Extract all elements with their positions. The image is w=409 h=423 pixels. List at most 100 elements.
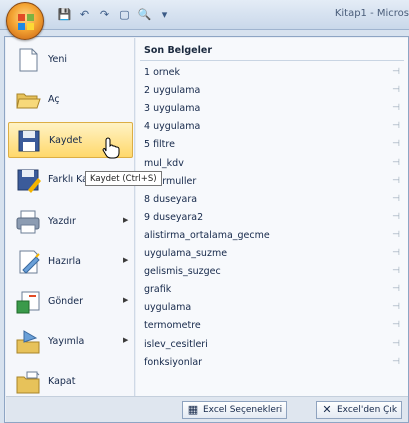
title-bar: 💾 ↶ ↷ ▢ 🔍 ▾ Kitap1 - Micros	[0, 0, 409, 40]
recent-document-item[interactable]: fonksiyonlar ⊣	[144, 355, 406, 372]
recent-document-name: gelismis_suzgec	[144, 266, 221, 278]
recent-document-name: 4 uygulama	[144, 121, 201, 133]
menu-item-new[interactable]: Yeni	[8, 42, 133, 78]
recent-document-item[interactable]: islev_cesitleri ⊣	[144, 337, 406, 354]
new-icon[interactable]: ▢	[116, 7, 133, 23]
recent-document-item[interactable]: 2 uygulama ⊣	[144, 83, 406, 100]
menu-item-open[interactable]: Aç	[8, 82, 133, 118]
menu-item-label: Yeni	[48, 54, 68, 65]
save-as-icon	[17, 169, 41, 193]
menu-footer: ▦ Excel Seçenekleri ✕ Excel'den Çık	[6, 396, 408, 422]
submenu-arrow-icon: ▶	[123, 336, 129, 344]
recent-document-name: 5 filtre	[144, 139, 175, 151]
recent-document-item[interactable]: uygulama_suzme ⊣	[144, 246, 406, 263]
divider	[140, 60, 404, 61]
window-title: Kitap1 - Micros	[334, 8, 409, 19]
recent-document-item[interactable]: alistirma_ortalama_gecme ⊣	[144, 228, 406, 245]
menu-item-label: Kaydet	[49, 135, 83, 146]
recent-document-name: alistirma_ortalama_gecme	[144, 229, 270, 241]
menu-item-label: Aç	[48, 94, 60, 105]
new-document-icon	[19, 48, 38, 72]
save-icon	[18, 130, 40, 152]
recent-document-item[interactable]: 3 uygulama ⊣	[144, 101, 406, 118]
menu-item-print[interactable]: Yazdır ▶	[8, 204, 133, 240]
save-tooltip: Kaydet (Ctrl+S)	[85, 171, 162, 186]
recent-document-item[interactable]: gelismis_suzgec ⊣	[144, 264, 406, 281]
recent-documents-title: Son Belgeler	[144, 45, 213, 56]
recent-document-item[interactable]: 5 filtre ⊣	[144, 137, 406, 154]
exit-excel-button[interactable]: ✕ Excel'den Çık	[316, 401, 403, 419]
pin-icon[interactable]: ⊣	[392, 212, 400, 222]
recent-document-name: termometre	[144, 320, 201, 332]
send-icon	[16, 291, 40, 314]
open-folder-icon	[16, 93, 41, 109]
pin-icon[interactable]: ⊣	[392, 266, 400, 276]
menu-item-label: Yayımla	[48, 336, 85, 347]
recent-document-item[interactable]: 1 ornek ⊣	[144, 65, 406, 82]
excel-options-label: Excel Seçenekleri	[203, 405, 283, 415]
undo-icon[interactable]: ↶	[76, 7, 93, 23]
recent-document-item[interactable]: 4 uygulama ⊣	[144, 119, 406, 136]
office-button[interactable]	[6, 2, 44, 40]
printer-icon	[16, 210, 40, 234]
quick-access-toolbar: 💾 ↶ ↷ ▢ 🔍 ▾	[56, 7, 173, 23]
recent-document-name: 8 duseyara	[144, 193, 198, 205]
recent-document-name: grafik	[144, 284, 172, 296]
pin-icon[interactable]: ⊣	[392, 248, 400, 258]
recent-document-name: fonksiyonlar	[144, 356, 203, 368]
recent-document-name: islev_cesitleri	[144, 338, 208, 350]
exit-excel-label: Excel'den Çık	[337, 405, 398, 415]
submenu-arrow-icon: ▶	[123, 216, 129, 224]
recent-document-item[interactable]: 7 formuller ⊣	[144, 174, 406, 191]
menu-item-label: Kapat	[48, 376, 76, 387]
recent-document-item[interactable]: termometre ⊣	[144, 318, 406, 335]
pin-icon[interactable]: ⊣	[392, 103, 400, 113]
pin-icon[interactable]: ⊣	[392, 230, 400, 240]
close-icon: ✕	[322, 403, 332, 416]
recent-document-name: 2 uygulama	[144, 85, 201, 97]
pin-icon[interactable]: ⊣	[392, 176, 400, 186]
pin-icon[interactable]: ⊣	[392, 320, 400, 330]
recent-document-name: 3 uygulama	[144, 103, 201, 115]
pin-icon[interactable]: ⊣	[392, 121, 400, 131]
pin-icon[interactable]: ⊣	[392, 85, 400, 95]
recent-document-item[interactable]: mul_kdv ⊣	[144, 156, 406, 173]
save-icon[interactable]: 💾	[56, 7, 73, 23]
pin-icon[interactable]: ⊣	[392, 357, 400, 367]
recent-document-name: 1 ornek	[144, 67, 180, 78]
office-logo-icon	[18, 14, 34, 30]
menu-item-send[interactable]: Gönder ▶	[8, 284, 133, 320]
recent-document-item[interactable]: grafik ⊣	[144, 282, 406, 299]
recent-document-item[interactable]: 8 duseyara ⊣	[144, 192, 406, 209]
menu-item-prepare[interactable]: Hazırla ▶	[8, 244, 133, 280]
menu-item-label: Gönder	[48, 296, 83, 307]
pin-icon[interactable]: ⊣	[392, 302, 400, 312]
options-icon: ▦	[187, 403, 199, 416]
redo-icon[interactable]: ↷	[96, 7, 113, 23]
pin-icon[interactable]: ⊣	[392, 67, 400, 77]
menu-item-publish[interactable]: Yayımla ▶	[8, 324, 133, 360]
recent-document-name: mul_kdv	[144, 157, 184, 169]
pin-icon[interactable]: ⊣	[392, 139, 400, 149]
recent-document-name: uygulama	[144, 302, 192, 314]
submenu-arrow-icon: ▶	[123, 296, 129, 304]
pin-icon[interactable]: ⊣	[392, 284, 400, 294]
publish-icon	[16, 330, 40, 354]
hand-cursor-icon	[102, 137, 120, 159]
command-list: Yeni Aç Kaydet Farklı Kay Yazdır ▶ Hazır…	[6, 38, 135, 396]
menu-item-close[interactable]: Kapat	[8, 364, 133, 400]
pin-icon[interactable]: ⊣	[392, 158, 400, 168]
recent-document-item[interactable]: uygulama ⊣	[144, 300, 406, 317]
print-preview-icon[interactable]: 🔍	[136, 7, 153, 23]
close-folder-icon	[16, 371, 40, 394]
recent-document-name: 9 duseyara2	[144, 211, 204, 223]
pin-icon[interactable]: ⊣	[392, 339, 400, 349]
prepare-icon	[19, 250, 40, 274]
menu-item-label: Yazdır	[48, 216, 76, 227]
pin-icon[interactable]: ⊣	[392, 194, 400, 204]
customize-dropdown-icon[interactable]: ▾	[156, 7, 173, 23]
office-menu: Yeni Aç Kaydet Farklı Kay Yazdır ▶ Hazır…	[4, 36, 409, 423]
recent-document-item[interactable]: 9 duseyara2 ⊣	[144, 210, 406, 227]
menu-item-label: Hazırla	[48, 256, 81, 267]
excel-options-button[interactable]: ▦ Excel Seçenekleri	[182, 401, 288, 419]
